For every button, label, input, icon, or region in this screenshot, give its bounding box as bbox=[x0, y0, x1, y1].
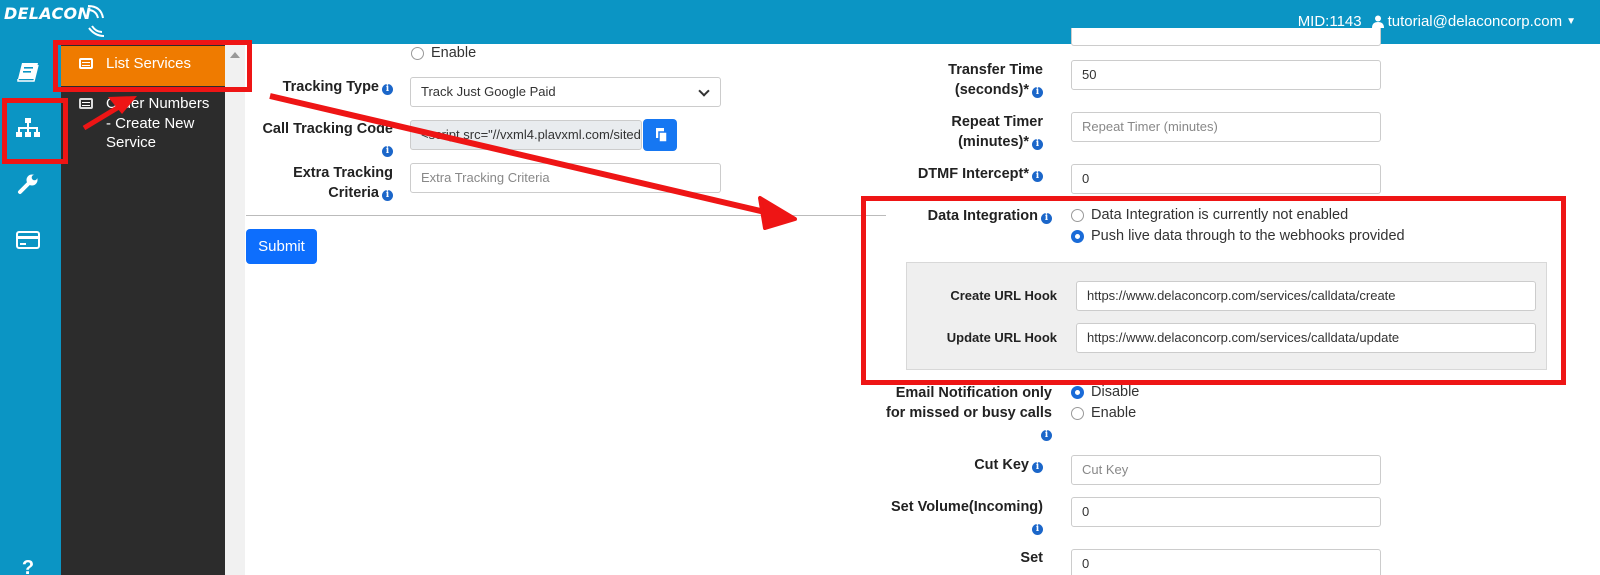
wrench-icon[interactable] bbox=[12, 168, 44, 200]
tracking-type-label: Tracking Type i bbox=[255, 77, 393, 97]
annotation-arrowhead bbox=[758, 196, 797, 230]
call-tracking-code-label: Call Tracking Codei bbox=[262, 121, 393, 157]
highlight-sitemap-icon bbox=[2, 98, 68, 164]
set-volume-incoming-label: Set Volume(Incoming)i bbox=[891, 499, 1043, 535]
help-icon[interactable]: ? bbox=[12, 552, 44, 575]
user-icon bbox=[1371, 15, 1384, 28]
highlight-data-integration bbox=[861, 196, 1566, 385]
previous-field-input[interactable] bbox=[1071, 28, 1381, 46]
tracking-enable-option[interactable]: Enable bbox=[411, 45, 476, 61]
extra-tracking-input[interactable]: Extra Tracking Criteria bbox=[410, 163, 721, 193]
highlight-list-services bbox=[53, 40, 252, 92]
set-next-input[interactable]: 0 bbox=[1071, 549, 1381, 575]
email-notification-disable-option[interactable]: Disable bbox=[1071, 384, 1139, 400]
section-divider bbox=[246, 215, 886, 216]
repeat-timer-input[interactable]: Repeat Timer (minutes) bbox=[1071, 112, 1381, 142]
set-next-label: Set bbox=[1020, 550, 1043, 566]
dtmf-intercept-input[interactable]: 0 bbox=[1071, 164, 1381, 194]
email-notification-label: Email Notification only for missed or bu… bbox=[885, 385, 1052, 441]
radio-button[interactable] bbox=[1071, 406, 1084, 420]
info-icon[interactable]: i bbox=[382, 146, 393, 157]
chevron-down-icon: ▼ bbox=[1566, 16, 1576, 27]
radio-label: Enable bbox=[1091, 405, 1137, 421]
user-menu[interactable]: tutorial@delaconcorp.com ▼ bbox=[1371, 13, 1576, 30]
signal-waves-icon bbox=[87, 5, 105, 37]
radio-button[interactable] bbox=[411, 46, 424, 60]
copy-icon bbox=[656, 128, 668, 143]
set-volume-incoming-input[interactable]: 0 bbox=[1071, 497, 1381, 527]
user-email: tutorial@delaconcorp.com bbox=[1387, 13, 1563, 30]
book-icon[interactable] bbox=[12, 56, 44, 88]
info-icon[interactable]: i bbox=[1032, 171, 1043, 182]
submit-button[interactable]: Submit bbox=[246, 229, 317, 264]
call-tracking-code-field[interactable]: <script src="//vxml4.plavxml.com/sited bbox=[410, 120, 642, 150]
radio-label: Enable bbox=[431, 45, 477, 61]
repeat-timer-label: Repeat Timer (minutes)* i bbox=[951, 114, 1043, 150]
submenu-item-order-numbers[interactable]: Order Numbers - Create New Service bbox=[61, 94, 225, 153]
info-icon[interactable]: i bbox=[1041, 430, 1052, 441]
info-icon[interactable]: i bbox=[1032, 87, 1043, 98]
info-icon[interactable]: i bbox=[1032, 524, 1043, 535]
radio-label: Disable bbox=[1091, 384, 1140, 400]
submenu-scrollbar[interactable] bbox=[225, 44, 245, 575]
info-icon[interactable]: i bbox=[382, 190, 393, 201]
chevron-down-icon bbox=[698, 85, 710, 97]
tracking-type-select[interactable]: Track Just Google Paid bbox=[410, 77, 721, 107]
credit-card-icon[interactable] bbox=[12, 224, 44, 256]
transfer-time-label: Transfer Time (seconds)* i bbox=[948, 62, 1043, 98]
dtmf-intercept-label: DTMF Intercept* i bbox=[880, 164, 1043, 184]
delacon-logo[interactable]: DELACON bbox=[4, 4, 91, 23]
cut-key-input[interactable]: Cut Key bbox=[1071, 455, 1381, 485]
transfer-time-input[interactable]: 50 bbox=[1071, 60, 1381, 90]
info-icon[interactable]: i bbox=[1032, 139, 1043, 150]
services-submenu: List Services Order Numbers - Create New… bbox=[61, 44, 225, 575]
copy-button[interactable] bbox=[643, 119, 677, 151]
email-notification-enable-option[interactable]: Enable bbox=[1071, 405, 1136, 421]
info-icon[interactable]: i bbox=[382, 84, 393, 95]
submenu-item-label: Order Numbers - Create New Service bbox=[106, 95, 210, 151]
radio-button[interactable] bbox=[1071, 385, 1084, 399]
list-icon bbox=[79, 98, 93, 109]
extra-tracking-label: Extra Tracking Criteria i bbox=[293, 165, 393, 201]
cut-key-label: Cut Key i bbox=[880, 455, 1043, 475]
info-icon[interactable]: i bbox=[1032, 462, 1043, 473]
